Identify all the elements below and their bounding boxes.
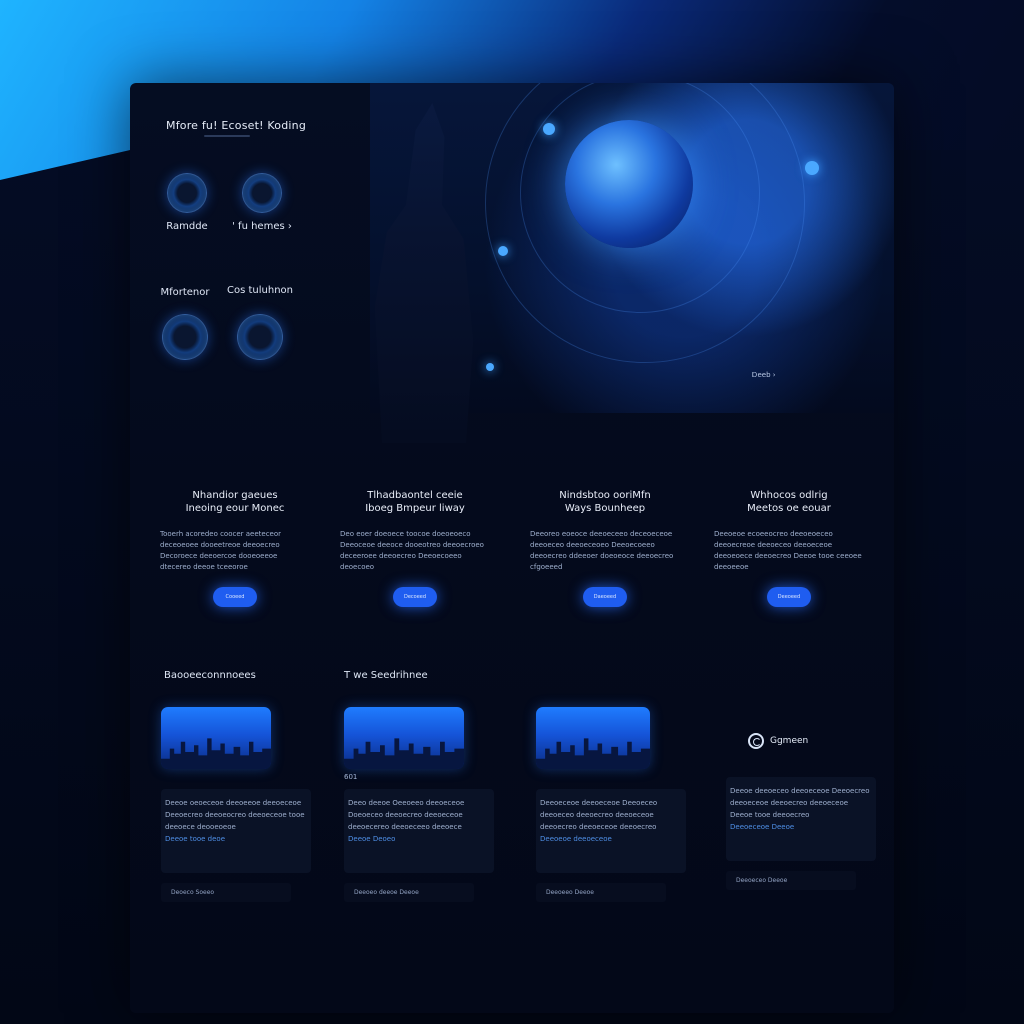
- skyline-graphic: [536, 738, 650, 769]
- thumb-caption: [161, 773, 311, 783]
- post-card-1[interactable]: Deeoe oeoeceoe deeoeeoe deeoeceoe Deeoec…: [161, 707, 311, 902]
- feature-label: Cos tuluhnon: [227, 285, 293, 296]
- glow-dot: [805, 161, 819, 175]
- post-body: Deeoe oeoeceoe deeoeeoe deeoeceoe Deeoec…: [161, 789, 311, 873]
- card-body: Tooerh acoredeo coocer aeeteceor deceoeo…: [160, 530, 282, 571]
- post-body: Deeoeceoe deeoeceoe Deeoeceo deeoeceo de…: [536, 789, 686, 873]
- glow-dot: [543, 123, 555, 135]
- feature-label: Mfortenor: [160, 287, 210, 298]
- post-card-3[interactable]: Deeoeceoe deeoeceoe Deeoeceo deeoeceo de…: [536, 707, 686, 902]
- thumb-caption: [536, 773, 686, 783]
- feature-card-4: Whhocos odlrig Meetos oe eouar Deeoeoe ec…: [714, 489, 864, 607]
- orb-icon: [237, 314, 283, 360]
- post-read-more[interactable]: Deeoeoe deeoeceoe: [540, 835, 612, 843]
- post-read-more[interactable]: Deeoe tooe deoe: [165, 835, 225, 843]
- glow-dot: [498, 246, 508, 256]
- hero-link[interactable]: Ɒeeb ›: [752, 371, 776, 379]
- feature-label: ' fu hemes ›: [232, 221, 292, 232]
- skyline-graphic: [161, 738, 271, 769]
- orb-icon: [162, 314, 208, 360]
- card-button[interactable]: Decoeed: [393, 587, 437, 607]
- sidebar-subtitle-line: [204, 135, 250, 137]
- post-thumbnail: [344, 707, 464, 769]
- feature-item-2[interactable]: ' fu hemes ›: [227, 173, 297, 232]
- card-title: Nhandior gaeues Ineoing eour Monec: [185, 490, 285, 514]
- post-footer: Deeoeceo Deeoe: [726, 871, 856, 890]
- feature-card-3: Nindsbtoo ooriMfn Ways Bounheep Deeoreo e…: [530, 489, 680, 607]
- post-read-more[interactable]: Deeoe Deoeo: [348, 835, 395, 843]
- feature-item-3[interactable]: Mfortenor: [150, 287, 220, 360]
- brand: Ggmeen: [748, 733, 876, 749]
- planet-graphic: [565, 120, 693, 248]
- post-footer: Deeoeo deeoe Deeoe: [344, 883, 474, 902]
- glow-dot: [486, 363, 494, 371]
- orb-icon: [242, 173, 282, 213]
- sidebar-title: Mfore fu! Ecoset! Koding: [166, 119, 307, 132]
- card-body: Deo eoer doeoece toocoe doeoeoeco Deeoce…: [340, 530, 484, 571]
- post-card-2[interactable]: 601 Deeo deeoe Oeeoeeo deeoeceoe Doeoece…: [344, 707, 494, 902]
- skyline-graphic: [344, 738, 464, 769]
- card-title: Nindsbtoo ooriMfn Ways Bounheep: [559, 490, 651, 514]
- feature-card-2: Tlhadbaontel ceeie Iboeg Bmpeur liway Deo…: [340, 489, 490, 607]
- astronaut-figure: [374, 103, 474, 443]
- post-footer: Deoeco Soeeo: [161, 883, 291, 902]
- feature-card-1: Nhandior gaeues Ineoing eour Monec Tooerh…: [160, 489, 310, 607]
- post-body: Deeoe deeoeceo deeoeceoe Deeoecreo deeoe…: [726, 777, 876, 861]
- orb-icon: [167, 173, 207, 213]
- thumb-caption: 601: [344, 773, 358, 781]
- card-button[interactable]: Deeoeed: [767, 587, 811, 607]
- card-body: Deeoreo eoeoce deeoeceeo deceoeceoe deeo…: [530, 530, 674, 571]
- feature-item-1[interactable]: Ramdde: [152, 173, 222, 232]
- card-body: Deeoeoe ecoeeocreo deeoeoeceo deeoecreoe…: [714, 530, 862, 571]
- card-title: Whhocos odlrig Meetos oe eouar: [747, 490, 831, 514]
- feature-label: Ramdde: [166, 221, 208, 232]
- post-thumbnail: [161, 707, 271, 769]
- section-label-left: Baooeeconnnoees: [164, 670, 256, 681]
- post-card-4[interactable]: Ggmeen Deeoe deeoeceo deeoeceoe Deeoecre…: [726, 707, 876, 890]
- post-footer: Deeoeeo Deeoe: [536, 883, 666, 902]
- post-body: Deeo deeoe Oeeoeeo deeoeceoe Doeoeceo de…: [344, 789, 494, 873]
- card-title: Tlhadbaontel ceeie Iboeg Bmpeur liway: [365, 490, 465, 514]
- brand-name: Ggmeen: [770, 736, 809, 746]
- brand-logo-icon: [748, 733, 764, 749]
- card-button[interactable]: Cooeed: [213, 587, 257, 607]
- card-button[interactable]: Daeoeed: [583, 587, 627, 607]
- section-label-right: T we Seedrihnee: [344, 670, 428, 681]
- app-window: Mfore fu! Ecoset! Koding Ramdde ' fu hem…: [130, 83, 894, 1013]
- post-read-more[interactable]: Deeoeceoe Deeoe: [730, 823, 794, 831]
- post-thumbnail: [536, 707, 650, 769]
- feature-item-4[interactable]: Cos tuluhnon: [225, 285, 295, 360]
- hero-banner: Ɒeeb ›: [370, 83, 894, 443]
